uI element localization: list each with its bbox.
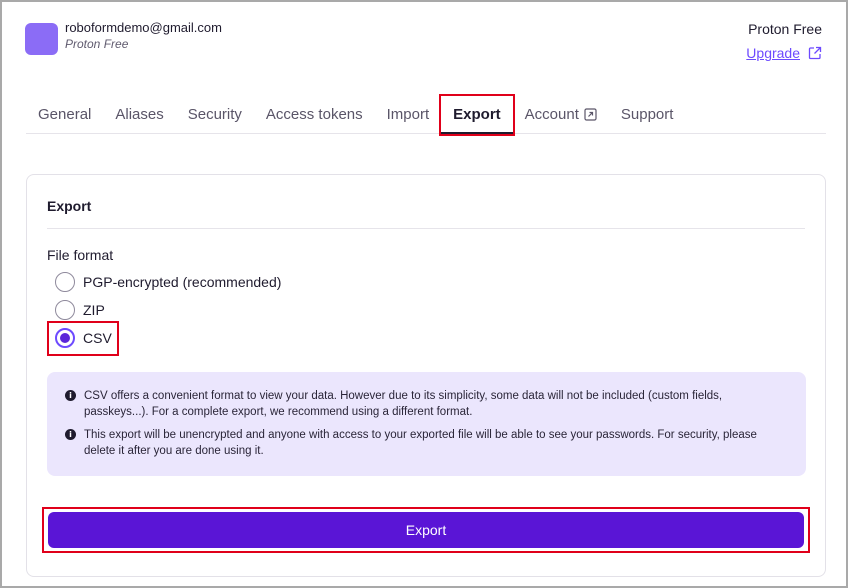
plan-name: Proton Free: [748, 21, 822, 37]
tab-aliases[interactable]: Aliases: [103, 96, 175, 134]
upgrade-label: Upgrade: [746, 45, 800, 61]
radio-label: ZIP: [83, 302, 105, 318]
info-icon: i: [65, 390, 76, 401]
export-button-highlight: Export: [42, 507, 810, 553]
card-title: Export: [47, 198, 92, 214]
tab-security[interactable]: Security: [176, 96, 254, 134]
tab-import[interactable]: Import: [375, 96, 442, 134]
radio-zip[interactable]: ZIP: [55, 300, 105, 320]
tab-general[interactable]: General: [26, 96, 103, 134]
tab-support[interactable]: Support: [609, 96, 686, 134]
divider: [47, 228, 805, 229]
external-link-icon: [584, 108, 597, 121]
radio-csv[interactable]: CSV: [55, 328, 112, 348]
tab-label: Access tokens: [265, 106, 363, 123]
tab-label: Account: [524, 106, 579, 123]
info-icon: i: [65, 429, 76, 440]
export-card: Export File format PGP-encrypted (recomm…: [26, 174, 826, 577]
radio-pgp[interactable]: PGP-encrypted (recommended): [55, 272, 281, 292]
radio-label: CSV: [83, 330, 112, 346]
radio-button-checked[interactable]: [55, 328, 75, 348]
file-format-label: File format: [47, 247, 114, 263]
upgrade-link[interactable]: Upgrade: [746, 45, 822, 61]
account-email: roboformdemo@gmail.com: [65, 20, 222, 35]
export-button[interactable]: Export: [48, 512, 804, 548]
tab-label: Aliases: [115, 106, 164, 123]
tab-export[interactable]: Export: [439, 94, 515, 136]
radio-button[interactable]: [55, 272, 75, 292]
tab-label: Import: [386, 106, 430, 123]
tab-label: Security: [187, 106, 242, 123]
notice-item: i This export will be unencrypted and an…: [65, 427, 788, 459]
account-plan: Proton Free: [65, 37, 129, 51]
avatar: [25, 23, 58, 55]
export-notice: i CSV offers a convenient format to view…: [47, 372, 806, 476]
tab-access-tokens[interactable]: Access tokens: [254, 96, 375, 134]
radio-label: PGP-encrypted (recommended): [83, 274, 282, 290]
notice-text: CSV offers a convenient format to view y…: [84, 390, 723, 418]
window-frame: roboformdemo@gmail.com Proton Free Proto…: [0, 0, 848, 588]
radio-button[interactable]: [55, 300, 75, 320]
tab-label: Support: [620, 106, 674, 123]
settings-tabs: General Aliases Security Access tokens I…: [26, 94, 826, 136]
tab-label: General: [38, 106, 92, 123]
tab-label: Export: [453, 106, 501, 123]
external-link-icon: [808, 46, 822, 60]
notice-text: This export will be unencrypted and anyo…: [84, 429, 757, 457]
notice-item: i CSV offers a convenient format to view…: [65, 388, 788, 420]
tab-account[interactable]: Account: [513, 96, 609, 134]
